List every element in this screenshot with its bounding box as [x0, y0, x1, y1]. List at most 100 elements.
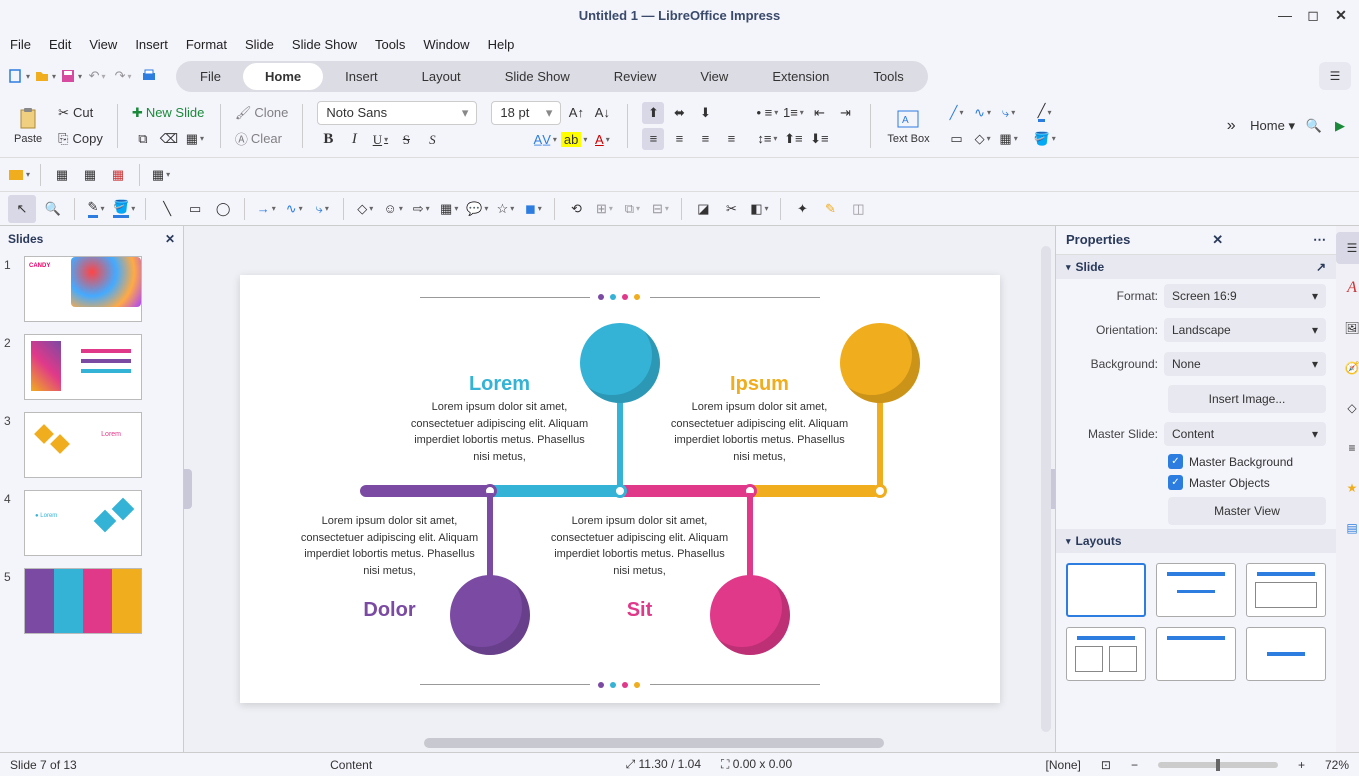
layout-centered[interactable] [1246, 627, 1326, 681]
curve-draw-icon[interactable]: ∿ [972, 102, 994, 124]
cut-button[interactable]: ✂ Cut [58, 102, 93, 124]
rect-icon[interactable]: ▭ [946, 128, 968, 150]
line-draw-icon[interactable]: ╱ [946, 102, 968, 124]
tab-tools[interactable]: Tools [851, 63, 925, 90]
shadow-button[interactable]: S [421, 129, 443, 151]
symbol-shapes-icon[interactable]: ▦ [998, 128, 1020, 150]
align-right-icon[interactable]: ≡ [694, 128, 716, 150]
slide-thumb-4[interactable]: ● Lorem [24, 490, 142, 556]
zoom-in-button[interactable]: + [1298, 758, 1305, 772]
menu-slide[interactable]: Slide [245, 37, 274, 52]
open-icon[interactable] [34, 65, 56, 87]
align-center-icon[interactable]: ≡ [668, 128, 690, 150]
sidebar-shapes-icon[interactable]: ◇ [1336, 392, 1359, 424]
hamburger-button[interactable]: ☰ [1319, 62, 1351, 90]
clear-format-button[interactable]: Ⓐ Clear [235, 128, 282, 150]
ellipse-tool-icon[interactable]: ◯ [212, 198, 234, 220]
tab-insert[interactable]: Insert [323, 63, 400, 90]
font-color-icon[interactable]: A [591, 129, 613, 151]
maximize-button[interactable]: ◻ [1301, 3, 1325, 27]
layout-blank[interactable] [1066, 563, 1146, 617]
layout-title[interactable] [1156, 563, 1236, 617]
valign-top-icon[interactable]: ⬆ [642, 102, 664, 124]
line-color-icon[interactable]: ╱ [1034, 102, 1056, 124]
align-left-icon[interactable]: ≡ [642, 128, 664, 150]
sidebar-styles-icon[interactable]: A [1336, 272, 1359, 304]
shrink-font-icon[interactable]: A↓ [591, 102, 613, 124]
outdent-icon[interactable]: ⇤ [808, 102, 830, 124]
underline-button[interactable]: U [369, 129, 391, 151]
print-icon[interactable] [138, 65, 160, 87]
hscrollbar[interactable] [424, 738, 884, 748]
line-color2-icon[interactable]: ✎ [85, 198, 107, 220]
zoom-slider[interactable] [1158, 762, 1278, 768]
redo-icon[interactable]: ↷ [112, 65, 134, 87]
stars-icon[interactable]: ☆ [494, 198, 516, 220]
menu-slideshow[interactable]: Slide Show [292, 37, 357, 52]
font-size-input[interactable]: 18 pt▾ [491, 101, 561, 125]
numbering-icon[interactable]: 1≡ [782, 102, 804, 124]
menu-tools[interactable]: Tools [375, 37, 405, 52]
fill-color-icon[interactable]: 🪣 [1034, 128, 1056, 150]
find-icon[interactable]: 🔍 [1303, 115, 1325, 137]
master-bg-checkbox[interactable]: ✓ [1168, 454, 1183, 469]
connector-tool-icon[interactable]: ⤷ [311, 198, 333, 220]
tab-view[interactable]: View [678, 63, 750, 90]
menu-help[interactable]: Help [488, 37, 515, 52]
layout-title-content[interactable] [1246, 563, 1326, 617]
panel-grip-left[interactable] [184, 469, 192, 509]
bullets-icon[interactable]: • ≡ [756, 102, 778, 124]
clone-format-button[interactable]: 🖌 Clone [235, 102, 288, 124]
paste-button[interactable]: Paste [8, 105, 48, 147]
zoom-fit-icon[interactable]: ⊡ [1101, 758, 1111, 772]
valign-bot-icon[interactable]: ⬇ [694, 102, 716, 124]
layouts-section-header[interactable]: Layouts [1056, 529, 1336, 553]
align-obj-icon[interactable]: ⊞ [593, 198, 615, 220]
flowchart-icon[interactable]: ▦ [438, 198, 460, 220]
menu-format[interactable]: Format [186, 37, 227, 52]
slide-layout2-icon[interactable]: ▦ [150, 164, 172, 186]
format-select[interactable]: Screen 16:9▾ [1164, 284, 1326, 308]
zoom-tool-icon[interactable]: 🔍 [42, 198, 64, 220]
layout-two-content[interactable] [1066, 627, 1146, 681]
tab-file[interactable]: File [178, 63, 243, 90]
show-draw-icon[interactable]: ▶ [1329, 115, 1351, 137]
layout-slide-icon[interactable]: ▦ [184, 128, 206, 150]
arrow-tool-icon[interactable]: → [255, 198, 277, 220]
menu-file[interactable]: File [10, 37, 31, 52]
slides-panel-close-icon[interactable]: ✕ [165, 232, 175, 246]
undo-icon[interactable]: ↶ [86, 65, 108, 87]
save-icon[interactable] [60, 65, 82, 87]
sidebar-navigator-icon[interactable]: 🧭 [1336, 352, 1359, 384]
zoom-out-button[interactable]: − [1131, 758, 1138, 772]
arrange-icon[interactable]: ⧉ [621, 198, 643, 220]
bold-button[interactable]: B [317, 129, 339, 151]
distribute-icon[interactable]: ⊟ [649, 198, 671, 220]
properties-close-icon[interactable]: ✕ [1212, 232, 1223, 248]
connector-icon[interactable]: ⤷ [998, 102, 1020, 124]
zoom-value[interactable]: 72% [1325, 758, 1349, 772]
copy-button[interactable]: ⎘ Copy [58, 128, 103, 150]
filter-icon[interactable]: ◧ [748, 198, 770, 220]
insert-image-button[interactable]: Insert Image... [1168, 385, 1326, 413]
date-icon[interactable]: ▦ [107, 164, 129, 186]
dup-slide-icon[interactable]: ⧉ [132, 128, 154, 150]
text-box-button[interactable]: A Text Box [881, 105, 935, 147]
dec-spacing-icon[interactable]: ⬇≡ [808, 128, 830, 150]
menu-edit[interactable]: Edit [49, 37, 71, 52]
rotate-icon[interactable]: ⟲ [565, 198, 587, 220]
master-obj-checkbox[interactable]: ✓ [1168, 475, 1183, 490]
basic-shapes2-icon[interactable]: ◇ [354, 198, 376, 220]
tab-home[interactable]: Home [243, 63, 323, 90]
line-spacing-icon[interactable]: ↕≡ [756, 128, 778, 150]
background-select[interactable]: None▾ [1164, 352, 1326, 376]
strike-button[interactable]: S [395, 129, 417, 151]
select-tool-icon[interactable]: ↖ [8, 195, 36, 223]
tab-extension[interactable]: Extension [750, 63, 851, 90]
minimize-button[interactable]: — [1273, 3, 1297, 27]
grow-font-icon[interactable]: A↑ [565, 102, 587, 124]
new-doc-icon[interactable] [8, 65, 30, 87]
sidebar-animation-icon[interactable]: ★ [1336, 472, 1359, 504]
slide-thumb-1[interactable]: CANDY [24, 256, 142, 322]
line-tool-icon[interactable]: ╲ [156, 198, 178, 220]
